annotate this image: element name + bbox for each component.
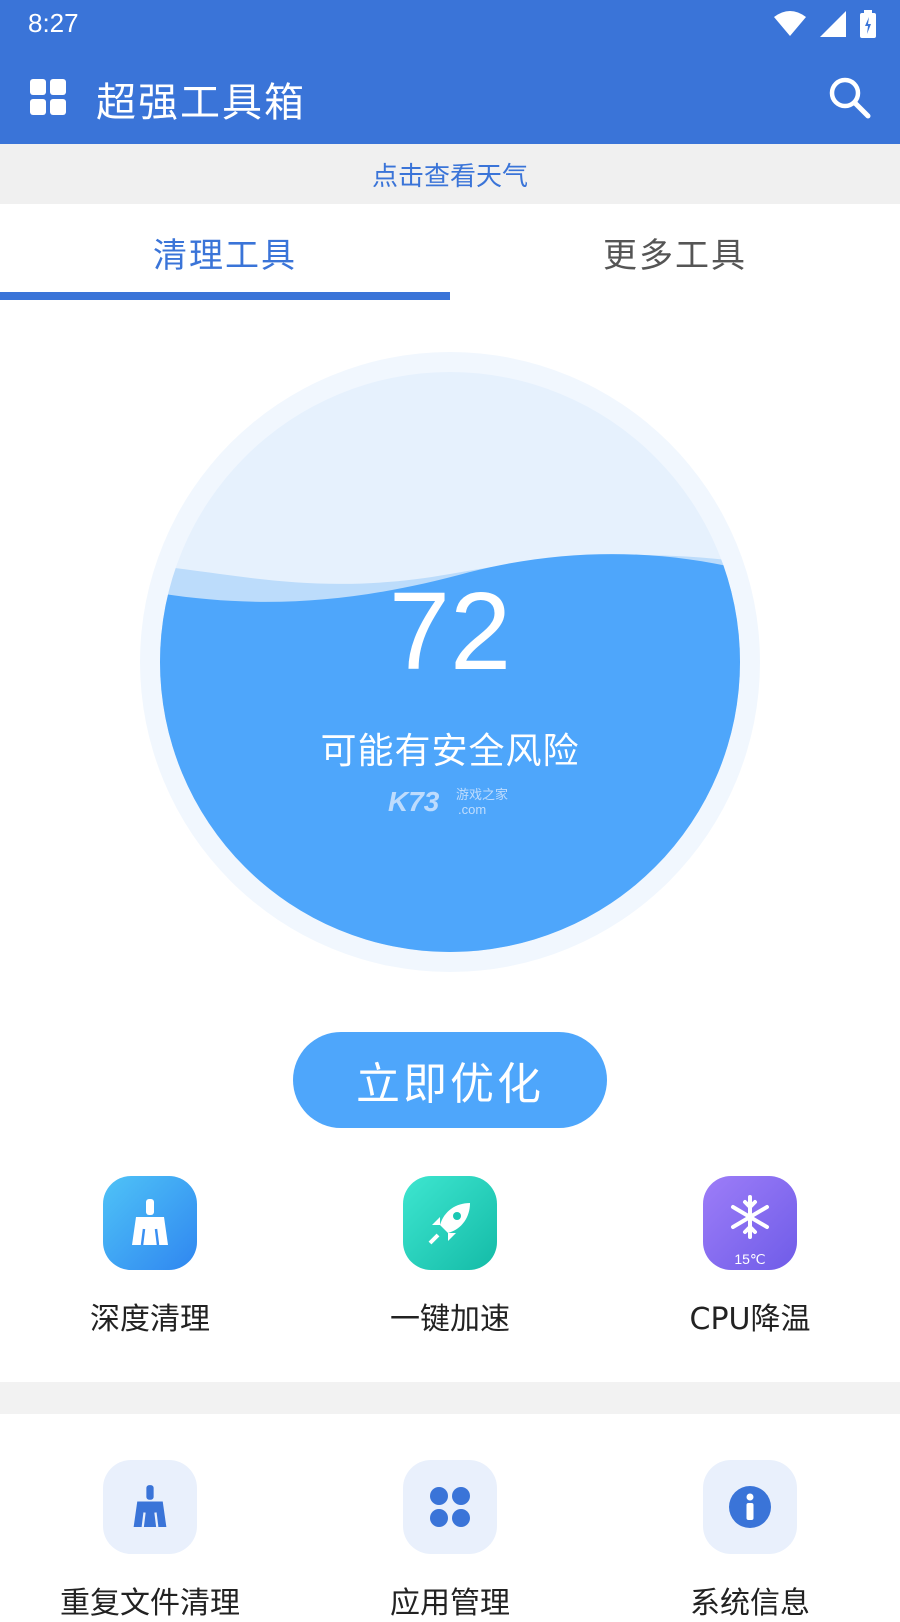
app-bar: 超强工具箱 xyxy=(0,50,900,144)
weather-link[interactable]: 点击查看天气 xyxy=(0,144,900,204)
battery-icon xyxy=(860,10,876,38)
status-time: 8:27 xyxy=(28,8,79,38)
status-icons xyxy=(774,10,876,38)
info-icon xyxy=(703,1460,797,1554)
watermark-logo: K73 游戏之家 .com xyxy=(388,786,508,817)
score-status: 可能有安全风险 xyxy=(320,731,580,772)
search-icon[interactable] xyxy=(826,74,872,120)
grid-menu-icon[interactable] xyxy=(30,79,66,115)
security-score-gauge: 72 可能有安全风险 K73 游戏之家 .com xyxy=(140,352,760,972)
tool-one-key-boost[interactable]: 一键加速 xyxy=(350,1176,550,1338)
tool-deep-clean[interactable]: 深度清理 xyxy=(50,1176,250,1338)
tab-cleaning-tools[interactable]: 清理工具 xyxy=(0,204,450,300)
tool-label: 应用管理 xyxy=(390,1586,510,1621)
tool-label: 重复文件清理 xyxy=(60,1586,240,1621)
optimize-now-button[interactable]: 立即优化 xyxy=(293,1032,607,1128)
signal-icon xyxy=(820,11,846,37)
broom-icon xyxy=(103,1460,197,1554)
snowflake-icon: 15℃ xyxy=(703,1176,797,1270)
tool-label: 一键加速 xyxy=(390,1302,510,1337)
status-bar: 8:27 xyxy=(0,0,900,50)
svg-text:游戏之家: 游戏之家 xyxy=(456,787,508,803)
tool-label: 深度清理 xyxy=(90,1302,210,1337)
tool-cpu-cooling[interactable]: 15℃ CPU降温 xyxy=(650,1176,850,1338)
tool-duplicate-file-clean[interactable]: 重复文件清理 xyxy=(50,1460,250,1622)
tab-bar: 清理工具 更多工具 xyxy=(0,204,900,300)
broom-icon xyxy=(103,1176,197,1270)
tool-system-info[interactable]: 系统信息 xyxy=(650,1460,850,1622)
rocket-icon xyxy=(403,1176,497,1270)
score-value: 72 xyxy=(388,570,512,693)
tab-indicator xyxy=(0,292,450,300)
svg-text:K73: K73 xyxy=(388,786,440,817)
wifi-icon xyxy=(774,11,806,36)
temperature-badge: 15℃ xyxy=(734,1251,766,1267)
tab-more-tools[interactable]: 更多工具 xyxy=(450,204,900,300)
tool-label: 系统信息 xyxy=(690,1586,810,1621)
tool-app-management[interactable]: 应用管理 xyxy=(350,1460,550,1622)
tool-label: CPU降温 xyxy=(689,1302,811,1337)
section-divider xyxy=(0,1382,900,1414)
svg-text:.com: .com xyxy=(458,802,486,817)
app-title: 超强工具箱 xyxy=(96,80,306,126)
apps-icon xyxy=(403,1460,497,1554)
